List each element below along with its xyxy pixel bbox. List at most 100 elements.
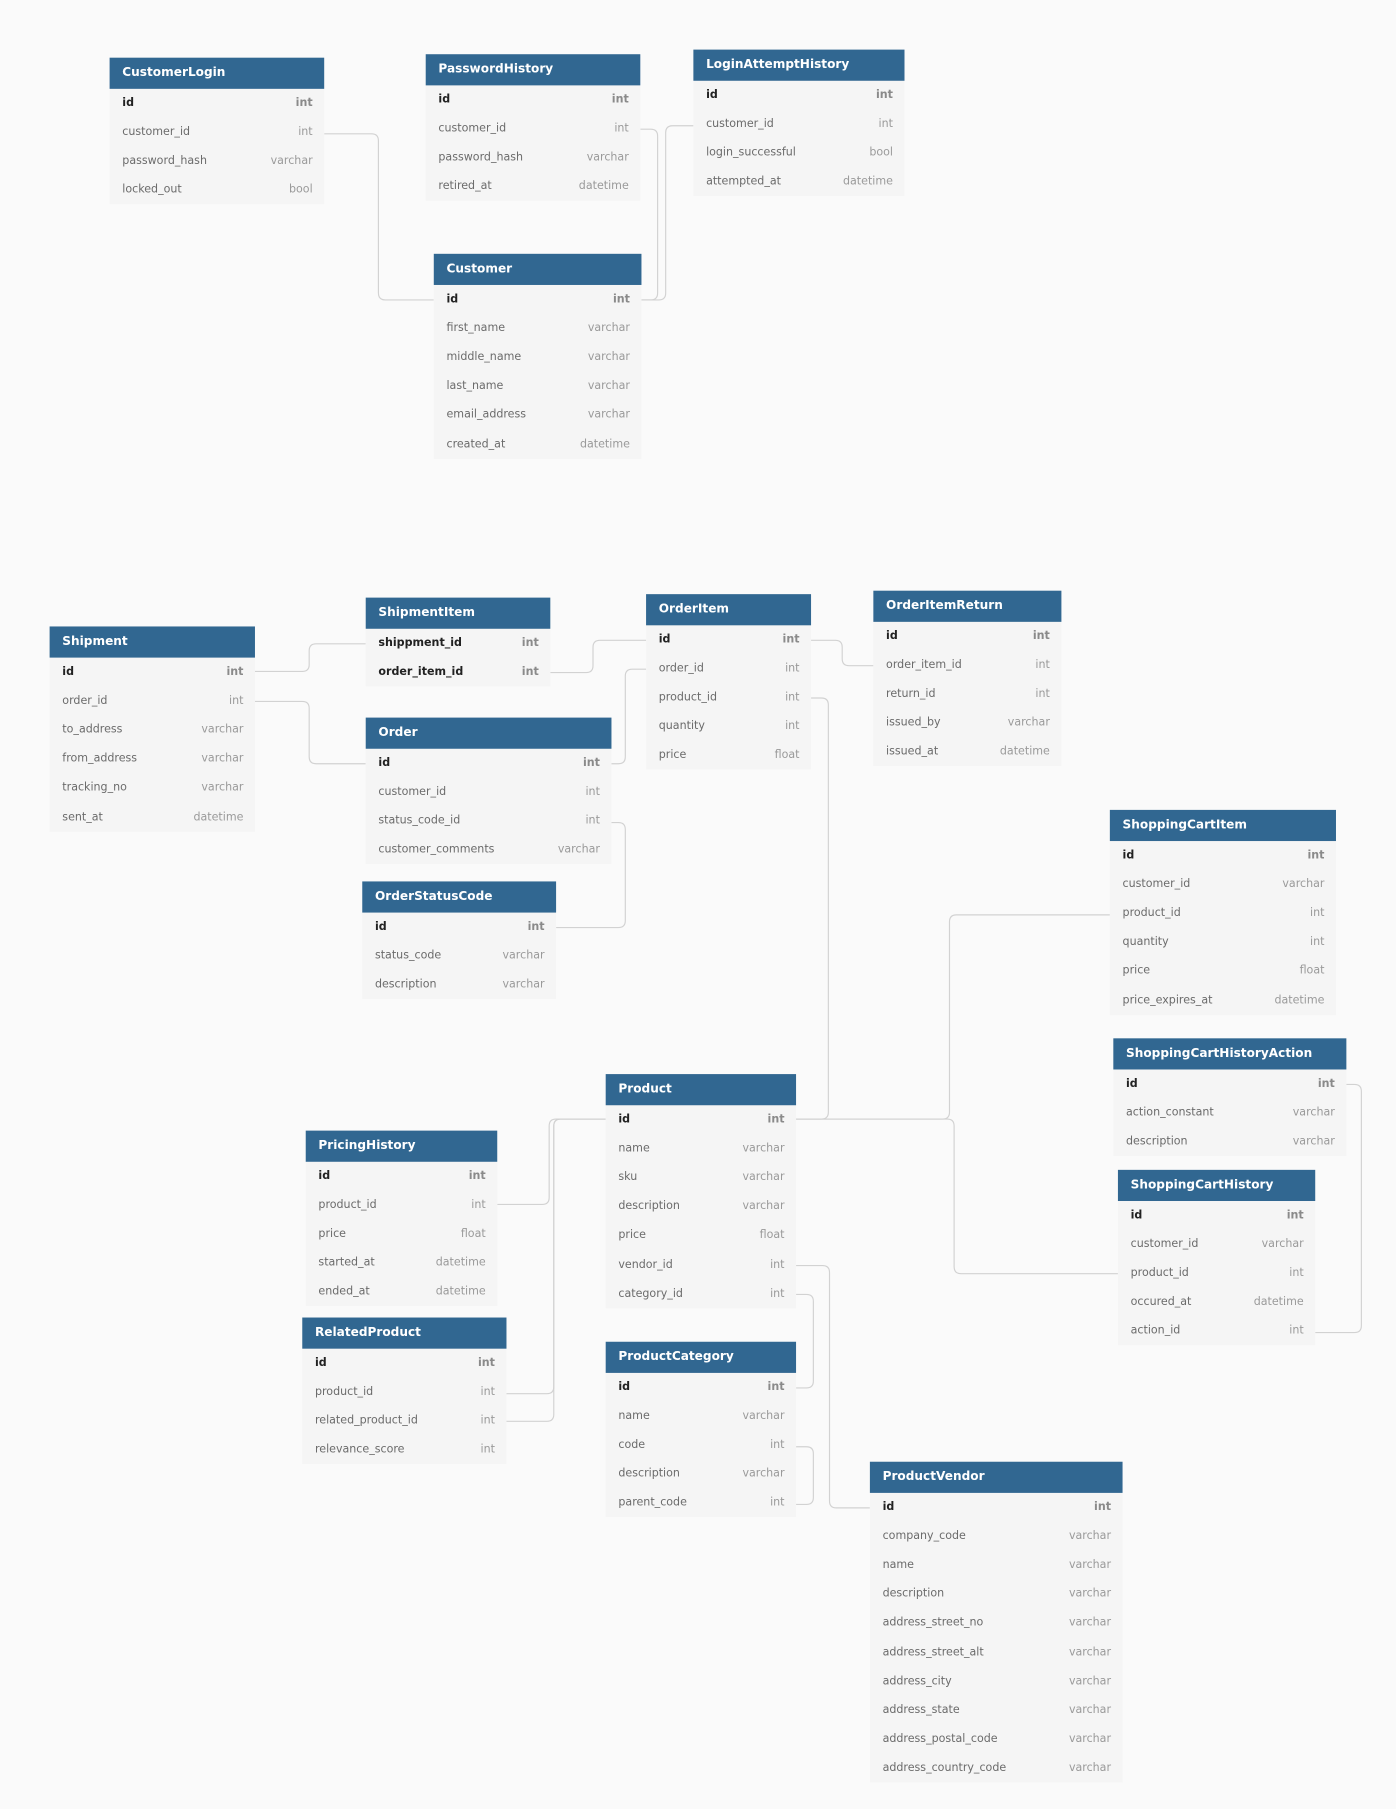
column-row[interactable]: customer_comments varchar (366, 836, 612, 865)
column-row[interactable]: action_constant varchar (1113, 1098, 1346, 1127)
column-row[interactable]: product_id int (302, 1378, 506, 1407)
table-header[interactable]: Customer (433, 253, 642, 285)
column-row[interactable]: order_id int (646, 654, 811, 683)
table-header[interactable]: RelatedProduct (302, 1317, 507, 1349)
column-row[interactable]: quantity int (646, 712, 811, 741)
column-row[interactable]: return_id int (873, 680, 1061, 709)
table-header[interactable]: LoginAttemptHistory (693, 49, 905, 81)
column-row[interactable]: description varchar (1113, 1127, 1346, 1156)
column-row[interactable]: sent_at datetime (50, 802, 255, 831)
column-row[interactable]: first_name varchar (434, 314, 642, 343)
column-row[interactable]: id int (873, 622, 1061, 651)
column-row[interactable]: parent_code int (606, 1489, 796, 1518)
column-row[interactable]: address_street_alt varchar (870, 1638, 1123, 1667)
column-row[interactable]: action_id int (1118, 1317, 1315, 1346)
column-row[interactable]: attempted_at datetime (693, 168, 904, 197)
table-header[interactable]: ShoppingCartHistoryAction (1113, 1038, 1347, 1070)
table-shipmentitem[interactable]: ShipmentItem shippment_id int order_item_id… (365, 597, 551, 687)
table-orderitem[interactable]: OrderItem id int order_id int product_id int qu… (646, 594, 812, 771)
table-order[interactable]: Order id int customer_id int status_code_id in… (365, 717, 612, 865)
column-row[interactable]: status_code_id int (366, 807, 612, 836)
table-header[interactable]: OrderItem (646, 594, 812, 626)
column-row[interactable]: retired_at datetime (426, 172, 641, 201)
column-row[interactable]: description varchar (606, 1192, 796, 1221)
table-header[interactable]: OrderStatusCode (362, 881, 557, 913)
column-row[interactable]: quantity int (1110, 928, 1336, 957)
column-row[interactable]: id int (606, 1373, 796, 1402)
column-row[interactable]: order_item_id int (873, 651, 1061, 680)
column-row[interactable]: id int (50, 658, 255, 687)
column-row[interactable]: description varchar (606, 1460, 796, 1489)
column-row[interactable]: product_id int (646, 683, 811, 712)
column-row[interactable]: category_id int (606, 1279, 796, 1308)
column-row[interactable]: vendor_id int (606, 1250, 796, 1279)
table-header[interactable]: OrderItemReturn (873, 590, 1062, 622)
table-header[interactable]: Product (605, 1074, 797, 1106)
table-header[interactable]: Order (365, 717, 612, 749)
column-row[interactable]: id int (646, 625, 811, 654)
table-header[interactable]: PasswordHistory (425, 54, 641, 86)
column-row[interactable]: id int (302, 1349, 506, 1378)
column-row[interactable]: product_id int (306, 1191, 498, 1220)
column-row[interactable]: started_at datetime (306, 1249, 498, 1278)
column-row[interactable]: customer_id varchar (1110, 870, 1336, 899)
column-row[interactable]: address_postal_code varchar (870, 1724, 1123, 1753)
column-row[interactable]: id int (1110, 841, 1336, 870)
table-header[interactable]: ShoppingCartItem (1109, 809, 1336, 842)
column-row[interactable]: related_product_id int (302, 1407, 506, 1436)
column-row[interactable]: id int (1118, 1201, 1315, 1230)
column-row[interactable]: customer_id int (693, 110, 904, 139)
column-row[interactable]: status_code varchar (362, 942, 556, 971)
column-row[interactable]: occured_at datetime (1118, 1288, 1315, 1317)
column-row[interactable]: issued_at datetime (873, 738, 1061, 767)
table-header[interactable]: PricingHistory (305, 1130, 498, 1162)
column-row[interactable]: issued_by varchar (873, 709, 1061, 738)
table-shipment[interactable]: Shipment id int order_id int to_address varcha… (49, 626, 255, 832)
column-row[interactable]: company_code varchar (870, 1522, 1123, 1551)
column-row[interactable]: email_address varchar (434, 401, 642, 430)
column-row[interactable]: order_id int (50, 687, 255, 716)
column-row[interactable]: customer_id int (110, 118, 325, 147)
column-row[interactable]: product_id int (1110, 899, 1336, 928)
column-row[interactable]: id int (366, 749, 612, 778)
table-pricinghistory[interactable]: PricingHistory id int product_id int price flo… (305, 1130, 498, 1307)
table-shoppingcartitem[interactable]: ShoppingCartItem id int customer_id varchar p… (1109, 809, 1336, 1015)
table-header[interactable]: ShipmentItem (365, 597, 551, 629)
column-row[interactable]: id int (110, 89, 325, 118)
table-shoppingcarthistoryaction[interactable]: ShoppingCartHistoryAction id int action_con… (1113, 1038, 1347, 1157)
column-row[interactable]: price float (646, 741, 811, 770)
column-row[interactable]: last_name varchar (434, 372, 642, 401)
column-row[interactable]: customer_id int (366, 778, 612, 807)
column-row[interactable]: middle_name varchar (434, 343, 642, 372)
column-row[interactable]: id int (306, 1162, 498, 1191)
column-row[interactable]: created_at datetime (434, 430, 642, 459)
column-row[interactable]: id int (870, 1493, 1123, 1522)
table-header[interactable]: ShoppingCartHistory (1117, 1169, 1316, 1202)
table-header[interactable]: ProductVendor (869, 1461, 1123, 1493)
column-row[interactable]: price float (306, 1220, 498, 1249)
column-row[interactable]: product_id int (1118, 1259, 1315, 1288)
column-row[interactable]: id int (606, 1105, 796, 1134)
column-row[interactable]: id int (362, 913, 556, 942)
column-row[interactable]: description varchar (870, 1580, 1123, 1609)
column-row[interactable]: login_successful bool (693, 139, 904, 168)
table-customer[interactable]: Customer id int first_name varchar middle_nam… (433, 253, 642, 459)
table-customerlogin[interactable]: CustomerLogin id int customer_id int password… (109, 57, 325, 205)
column-row[interactable]: price_expires_at datetime (1110, 986, 1336, 1015)
column-row[interactable]: id int (434, 285, 642, 314)
table-header[interactable]: ProductCategory (605, 1341, 797, 1373)
table-relatedproduct[interactable]: RelatedProduct id int product_id int related_… (302, 1317, 507, 1465)
table-orderstatuscode[interactable]: OrderStatusCode id int status_code varchar de… (362, 881, 557, 1000)
table-passwordhistory[interactable]: PasswordHistory id int customer_id int passwo… (425, 54, 641, 202)
column-row[interactable]: address_street_no varchar (870, 1609, 1123, 1638)
table-header[interactable]: CustomerLogin (109, 57, 325, 89)
column-row[interactable]: address_country_code varchar (870, 1753, 1123, 1782)
table-orderitemreturn[interactable]: OrderItemReturn id int order_item_id int retu… (873, 590, 1062, 767)
column-row[interactable]: name varchar (606, 1402, 796, 1431)
table-product[interactable]: Product id int name varchar sku varchar descrip… (605, 1074, 797, 1308)
column-row[interactable]: id int (693, 81, 904, 110)
column-row[interactable]: tracking_no varchar (50, 773, 255, 802)
column-row[interactable]: name varchar (870, 1551, 1123, 1580)
column-row[interactable]: address_state varchar (870, 1696, 1123, 1725)
column-row[interactable]: shippment_id int (366, 629, 551, 658)
